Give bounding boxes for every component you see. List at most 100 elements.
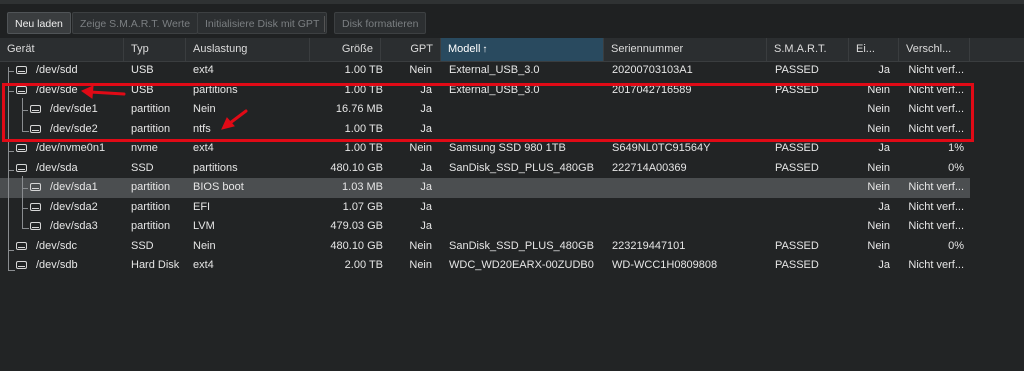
cell-ei: Ja xyxy=(878,200,890,213)
cell-size: 480.10 GB xyxy=(330,239,383,252)
cell-type: Hard Disk xyxy=(131,259,180,271)
tree-connector-line xyxy=(22,203,28,209)
table-row[interactable]: /dev/sda1 partition BIOS boot 1.03 MB Ja Nein… xyxy=(0,178,970,198)
col-header-type[interactable]: Typ xyxy=(124,38,186,61)
col-header-usage[interactable]: Auslastung xyxy=(186,38,310,61)
col-header-size-label: Größe xyxy=(341,43,373,55)
col-header-type-label: Typ xyxy=(131,43,149,55)
disk-icon xyxy=(30,183,41,191)
cell-gpt: Ja xyxy=(420,220,432,232)
cell-usage: BIOS boot xyxy=(193,181,244,193)
col-header-model-label: Modell xyxy=(448,43,481,55)
col-header-serial[interactable]: Seriennummer xyxy=(604,38,767,61)
init-gpt-button[interactable]: Initialisiere Disk mit GPT xyxy=(197,12,328,34)
cell-ei: Nein xyxy=(867,181,890,193)
cell-serial: 222714A00369 xyxy=(612,161,687,174)
tree-connector-line xyxy=(8,67,14,72)
cell-size: 1.03 MB xyxy=(342,181,383,193)
col-header-smart[interactable]: S.M.A.R.T. xyxy=(767,38,849,61)
cell-size: 1.07 GB xyxy=(342,200,383,213)
col-header-model[interactable]: Modell ↑ xyxy=(441,38,604,61)
cell-gpt: Nein xyxy=(409,64,432,76)
col-header-serial-label: Seriennummer xyxy=(611,43,684,55)
tree-connector-line xyxy=(8,264,15,271)
cell-gpt: Ja xyxy=(420,161,432,174)
col-header-device-label: Gerät xyxy=(7,43,35,55)
cell-model: SanDisk_SSD_PLUS_480GB xyxy=(449,161,594,174)
cell-size: 2.00 TB xyxy=(344,259,383,271)
annotation-box xyxy=(2,83,974,142)
cell-device: /dev/sdb xyxy=(36,259,78,271)
table-row[interactable]: /dev/sdb Hard Disk ext4 2.00 TB Nein WDC_WD20… xyxy=(0,256,970,276)
cell-usage: LVM xyxy=(193,220,215,232)
cell-type: partition xyxy=(131,181,171,193)
cell-usage: partitions xyxy=(193,161,238,174)
disk-icon xyxy=(30,222,41,230)
col-header-wear[interactable]: Verschl... xyxy=(899,38,970,61)
cell-smart: PASSED xyxy=(775,259,819,271)
cell-type: partition xyxy=(131,220,171,232)
cell-ei: Nein xyxy=(867,161,890,174)
cell-model xyxy=(449,198,601,218)
cell-device: /dev/sdd xyxy=(36,64,78,76)
col-header-size[interactable]: Größe xyxy=(310,38,381,61)
table-row[interactable]: /dev/sda SSD partitions 480.10 GB Ja SanDisk_… xyxy=(0,159,970,179)
cell-type: SSD xyxy=(131,161,154,174)
format-disk-button[interactable]: Disk formatieren xyxy=(334,12,427,34)
col-header-ei[interactable]: Ei... xyxy=(849,38,899,61)
cell-serial: WD-WCC1H0809808 xyxy=(612,259,718,271)
cell-type: partition xyxy=(131,200,171,213)
cell-ei: Nein xyxy=(867,239,890,252)
tree-connector-line xyxy=(8,244,14,251)
cell-serial: 223219447101 xyxy=(612,239,686,252)
tree-connector-line xyxy=(8,145,14,152)
cell-type: USB xyxy=(131,64,154,76)
show-smart-button[interactable]: Zeige S.M.A.R.T. Werte xyxy=(72,12,199,34)
cell-gpt: Ja xyxy=(420,200,432,213)
cell-wear: Nicht verf... xyxy=(908,259,964,271)
grid-header: Gerät Typ Auslastung Größe GPT Modell ↑ S… xyxy=(0,38,1024,62)
cell-gpt: Ja xyxy=(420,181,432,193)
col-header-ei-label: Ei... xyxy=(856,43,875,55)
toolbar-separator xyxy=(324,16,325,32)
cell-usage: ext4 xyxy=(193,64,214,76)
cell-usage: ext4 xyxy=(193,259,214,271)
sort-asc-icon: ↑ xyxy=(482,44,488,55)
disk-icon xyxy=(16,241,27,250)
disk-icon xyxy=(16,163,27,172)
col-header-device[interactable]: Gerät xyxy=(0,38,124,61)
cell-smart: PASSED xyxy=(775,239,819,252)
cell-wear: 0% xyxy=(948,161,964,174)
cell-device: /dev/sda3 xyxy=(50,220,98,232)
cell-wear: Nicht verf... xyxy=(908,200,964,213)
disk-icon xyxy=(30,202,41,211)
tree-connector-line xyxy=(8,164,14,171)
cell-serial xyxy=(612,198,764,218)
reload-button[interactable]: Neu laden xyxy=(7,12,71,34)
cell-wear: 0% xyxy=(948,239,964,252)
cell-size: 1.00 TB xyxy=(344,64,383,76)
col-header-gpt[interactable]: GPT xyxy=(381,38,441,61)
col-header-wear-label: Verschl... xyxy=(906,43,952,55)
cell-device: /dev/sda1 xyxy=(50,181,98,193)
table-row[interactable]: /dev/sda2 partition EFI 1.07 GB Ja Ja Nicht ve… xyxy=(0,198,970,218)
cell-wear: Nicht verf... xyxy=(908,64,964,76)
disk-icon xyxy=(16,144,27,152)
col-header-gpt-label: GPT xyxy=(410,43,433,55)
cell-model: SanDisk_SSD_PLUS_480GB xyxy=(449,239,594,252)
cell-smart: PASSED xyxy=(775,64,819,76)
cell-model: WDC_WD20EARX-00ZUDB0 xyxy=(449,259,594,271)
cell-type: SSD xyxy=(131,239,154,252)
table-row[interactable]: /dev/sda3 partition LVM 479.03 GB Ja Nein Nich… xyxy=(0,217,970,237)
cell-serial: 20200703103A1 xyxy=(612,64,693,76)
cell-smart: PASSED xyxy=(775,161,819,174)
table-row[interactable]: /dev/sdd USB ext4 1.00 TB Nein External_USB_3… xyxy=(0,61,970,81)
toolbar: Neu laden Zeige S.M.A.R.T. Werte Initial… xyxy=(0,4,1024,38)
cell-ei: Nein xyxy=(867,220,890,232)
disk-icon xyxy=(16,66,27,74)
col-header-usage-label: Auslastung xyxy=(193,43,248,55)
cell-wear: Nicht verf... xyxy=(908,181,964,193)
cell-ei: Ja xyxy=(878,64,890,76)
cell-smart xyxy=(775,178,847,198)
table-row[interactable]: /dev/sdc SSD Nein 480.10 GB Nein SanDisk_SSD_… xyxy=(0,237,970,257)
